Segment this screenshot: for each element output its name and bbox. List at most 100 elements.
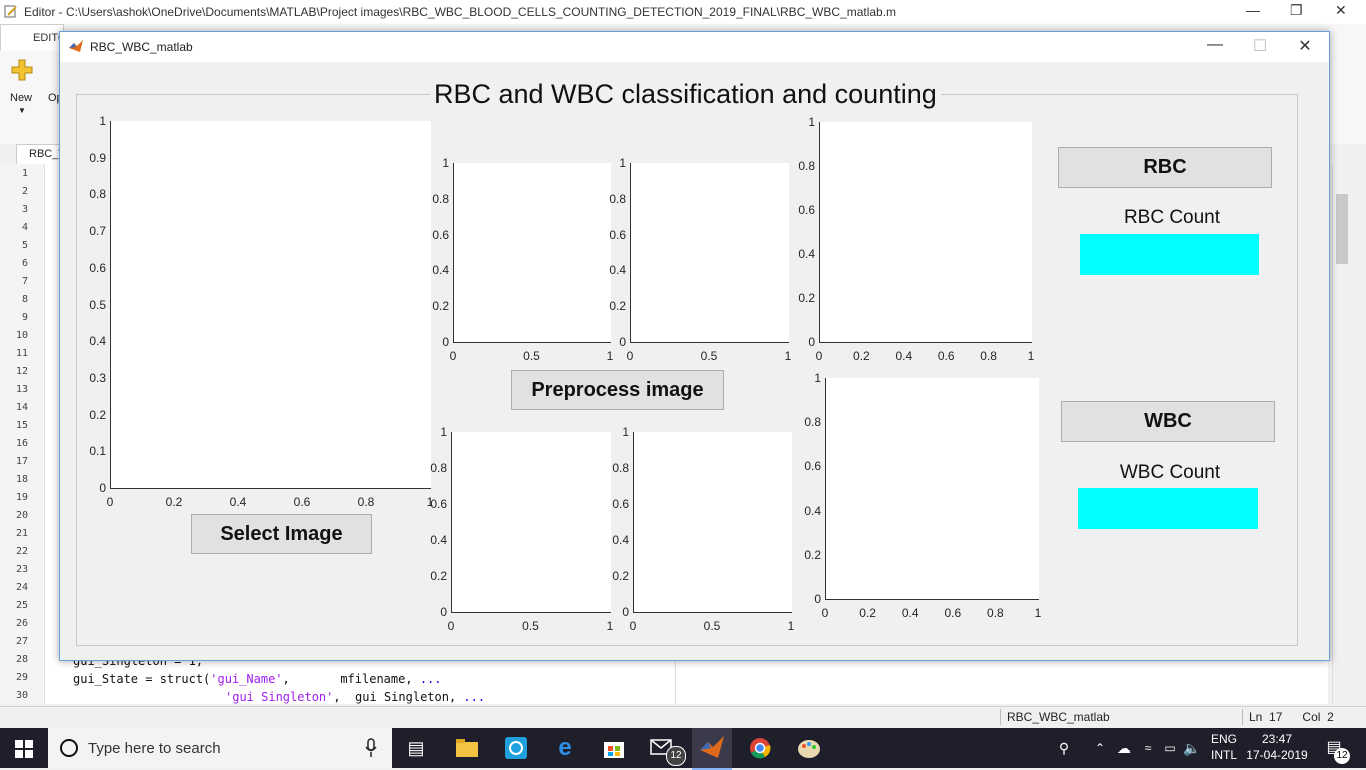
axis-tick-label: 0 — [814, 592, 821, 606]
axis-tick-label: 1 — [440, 425, 447, 439]
line-number: 15 — [15, 420, 28, 431]
axis-tick-label: 0.4 — [432, 263, 449, 278]
axis-tick-label: 1 — [814, 371, 821, 385]
tab-editor[interactable]: EDITO — [0, 24, 66, 51]
line-number: 19 — [15, 492, 28, 503]
line-number: 1 — [21, 168, 28, 179]
mail-badge: 12 — [666, 746, 686, 766]
axis-tick-label: 0.8 — [432, 191, 449, 206]
scrollbar-thumb[interactable] — [1336, 194, 1348, 264]
line-number: 6 — [21, 258, 28, 269]
axes-original-image — [110, 121, 431, 489]
volume-icon[interactable]: 🔈 — [1178, 734, 1206, 762]
search-placeholder: Type here to search — [88, 740, 221, 757]
clock[interactable]: 23:47 17-04-2019 — [1244, 732, 1310, 762]
edge-browser-icon[interactable]: e — [551, 734, 579, 762]
axis-tick-label: 1 — [787, 619, 795, 633]
select-image-button[interactable]: Select Image — [191, 514, 372, 554]
figure-window: RBC_WBC_matlab — ☐ ✕ RBC and WBC classif… — [59, 31, 1330, 661]
matlab-taskbar-item[interactable] — [692, 728, 732, 770]
axis-tick-label: 0.2 — [859, 606, 876, 620]
minimize-icon[interactable]: — — [1246, 2, 1260, 18]
chrome-icon[interactable] — [746, 734, 774, 762]
line-number: 2 — [21, 186, 28, 197]
whatsapp-icon[interactable] — [502, 734, 530, 762]
axis-tick-label: 0.8 — [357, 495, 375, 509]
axis-tick-label: 0 — [619, 335, 626, 349]
line-number: 21 — [15, 528, 28, 539]
axis-tick-label: 0 — [442, 335, 449, 349]
axis-tick-label: 0 — [815, 349, 823, 363]
new-icon — [10, 58, 34, 85]
restore-icon[interactable]: ❐ — [1290, 2, 1303, 19]
axis-tick-label: 0.2 — [612, 569, 629, 583]
axis-tick-label: 0.4 — [798, 247, 815, 261]
rbc-count-box — [1080, 234, 1259, 275]
axis-tick-label: 0.6 — [293, 495, 311, 509]
axis-tick-label: 0.5 — [703, 619, 721, 633]
rbc-count-label: RBC Count — [1123, 207, 1221, 228]
line-number: 13 — [15, 384, 28, 395]
chevron-down-icon: ▼ — [18, 106, 26, 115]
language-top: ENG — [1210, 732, 1237, 746]
axis-tick-label: 0.6 — [89, 260, 106, 275]
close-icon[interactable]: ✕ — [1335, 2, 1347, 19]
axis-tick-label: 0 — [99, 481, 106, 495]
line-number: 30 — [15, 690, 28, 701]
axis-tick-label: 0.2 — [609, 299, 626, 314]
figure-close-icon[interactable]: ✕ — [1290, 36, 1320, 56]
axis-tick-label: 0.8 — [798, 159, 815, 173]
line-number: 14 — [15, 402, 28, 413]
axis-tick-label: 0 — [447, 619, 455, 633]
axis-tick-label: 0 — [821, 606, 829, 620]
people-icon[interactable]: ⚲ — [1050, 734, 1078, 762]
figure-minimize-icon[interactable]: — — [1200, 36, 1230, 54]
axis-tick-label: 1 — [808, 115, 815, 129]
axis-tick-label: 0 — [106, 495, 114, 509]
line-number: 8 — [21, 294, 28, 305]
line-number: 28 — [15, 654, 28, 665]
task-view-icon[interactable]: ▤ — [402, 734, 430, 762]
new-button[interactable]: New ▼ — [6, 56, 38, 116]
axis-tick-label: 0.8 — [987, 606, 1004, 620]
axes-preprocess-3 — [451, 432, 611, 613]
axis-tick-label: 0.5 — [522, 619, 539, 633]
axis-tick-label: 0.5 — [89, 297, 106, 312]
editor-status-bar: RBC_WBC_matlab Ln 17 Col 2 — [0, 706, 1366, 729]
figure-titlebar: RBC_WBC_matlab — ☐ ✕ — [60, 32, 1329, 62]
rbc-button[interactable]: RBC — [1058, 147, 1272, 188]
axis-tick-label: 0.4 — [804, 503, 821, 518]
line-number: 4 — [21, 222, 28, 233]
axis-tick-label: 0.4 — [895, 349, 913, 363]
new-button-label: New — [10, 92, 33, 104]
taskbar-search-box[interactable]: Type here to search — [48, 728, 392, 768]
line-number: 9 — [21, 312, 28, 323]
language-indicator[interactable]: ENG INTL — [1204, 732, 1244, 762]
preprocess-image-button[interactable]: Preprocess image — [511, 370, 724, 410]
line-number: 29 — [15, 672, 28, 683]
axis-tick-label: 0.6 — [432, 227, 449, 242]
axes-rbc-result — [819, 122, 1032, 343]
file-explorer-icon[interactable] — [453, 734, 481, 762]
axis-tick-label: 0.2 — [853, 349, 870, 363]
start-button[interactable] — [0, 728, 48, 768]
editor-scrollbar[interactable] — [1332, 164, 1351, 704]
axis-tick-label: 0 — [440, 605, 447, 619]
microphone-icon[interactable] — [364, 738, 378, 761]
taskbar: Type here to search ▤ e 12 ⚲ ⌃ ☁ ≈ ▭ 🔈 E… — [0, 728, 1366, 770]
axis-tick-label: 0.4 — [609, 263, 626, 278]
line-number: 24 — [15, 582, 28, 593]
wbc-button[interactable]: WBC — [1061, 401, 1275, 442]
line-number: 17 — [15, 456, 28, 467]
axis-tick-label: 0.6 — [944, 606, 962, 620]
axis-tick-label: 0.7 — [89, 224, 106, 239]
paint-icon[interactable] — [795, 734, 823, 762]
axis-tick-label: 0.4 — [612, 533, 629, 547]
store-icon[interactable] — [600, 734, 628, 762]
axes-preprocess-4 — [633, 432, 792, 613]
axis-tick-label: 0 — [629, 619, 637, 633]
figure-maximize-icon[interactable]: ☐ — [1245, 36, 1275, 56]
line-number-gutter: 1 2 3 4 5 6 7 8 9 10 11 12 13 14 15 16 17 18 19 20 21 22 23 24 2… — [0, 164, 45, 704]
editor-app-icon — [4, 4, 18, 18]
status-file-name: RBC_WBC_matlab — [1000, 709, 1237, 725]
